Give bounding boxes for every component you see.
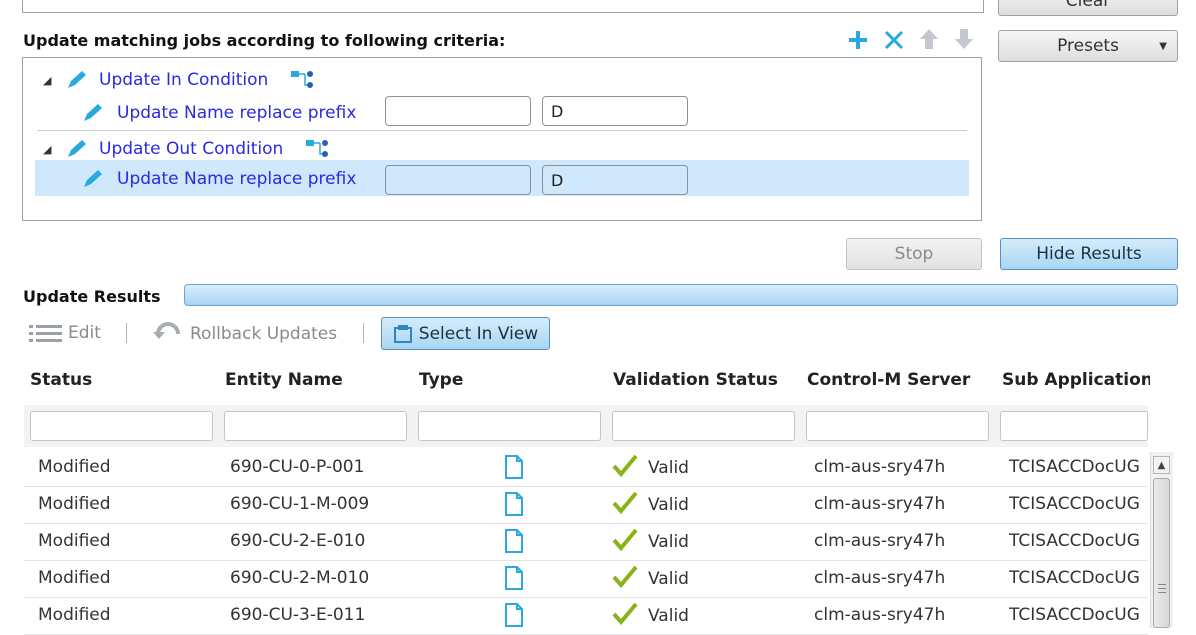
cell-control-m-server: clm-aus-sry47h [814,457,946,477]
cell-control-m-server: clm-aus-sry47h [814,605,946,625]
column-header-type[interactable]: Type [419,370,463,390]
pencil-icon [84,170,102,187]
list-icon [29,325,62,342]
results-title: Update Results [23,287,161,306]
criteria-rule[interactable]: Update Name replace prefix [81,96,356,130]
criteria-title: Update matching jobs according to follow… [23,31,506,50]
job-document-icon [505,603,523,627]
move-up-icon[interactable] [918,27,940,51]
criteria-group-label[interactable]: Update In Condition [99,70,268,90]
valid-check-icon [612,454,638,478]
select-view-icon [393,324,412,343]
cell-control-m-server: clm-aus-sry47h [814,531,946,551]
new-prefix-field[interactable]: D [542,165,688,195]
add-icon[interactable] [846,28,870,52]
presets-dropdown[interactable]: Presets ▼ [998,30,1178,62]
delete-icon[interactable] [882,28,906,52]
new-prefix-field[interactable]: D [542,96,688,126]
hide-results-button[interactable]: Hide Results [1000,238,1178,270]
filter-validation-status-input[interactable] [612,411,795,441]
cell-status: Modified [38,531,111,551]
clear-button[interactable]: Clear [998,0,1178,16]
criteria-rule-label[interactable]: Update Name replace prefix [117,169,356,189]
cell-entity-name: 690-CU-1-M-009 [230,494,370,514]
cell-entity-name: 690-CU-3-E-011 [230,605,366,625]
criteria-tree: ◢ Update In Condition Update Name replac… [22,57,982,221]
filter-entity-name-input[interactable] [224,411,407,441]
criteria-rule-label[interactable]: Update Name replace prefix [117,103,356,123]
column-header-control-m-server[interactable]: Control-M Server [807,370,970,390]
table-row[interactable]: Modified 690-CU-2-E-010 Valid clm-aus-sr… [24,524,1148,561]
valid-check-icon [612,491,638,515]
filter-sub-application-input[interactable] [1000,411,1148,441]
pencil-icon [68,71,86,88]
column-header-validation-status[interactable]: Validation Status [613,370,778,390]
job-document-icon [505,492,523,516]
collapse-icon[interactable]: ◢ [43,143,57,156]
filter-area-box [22,0,984,13]
filter-type-input[interactable] [418,411,601,441]
undo-icon [153,322,180,339]
cell-entity-name: 690-CU-2-M-010 [230,568,370,588]
divider [37,130,967,131]
job-document-icon [505,529,523,553]
cell-validation-status: Valid [648,606,689,626]
cell-validation-status: Valid [648,458,689,478]
table-row[interactable]: Modified 690-CU-1-M-009 Valid clm-aus-sr… [24,487,1148,524]
caret-down-icon: ▼ [1159,40,1167,52]
cell-control-m-server: clm-aus-sry47h [814,568,946,588]
condition-tree-icon[interactable] [290,69,316,91]
valid-check-icon [612,528,638,552]
cell-validation-status: Valid [648,569,689,589]
valid-check-icon [612,565,638,589]
toolbar-separator [363,323,364,343]
job-document-icon [505,566,523,590]
vertical-scrollbar[interactable]: ▲ [1150,452,1173,628]
criteria-group[interactable]: ◢ Update In Condition [43,63,316,97]
table-row[interactable]: Modified 690-CU-3-E-011 Valid clm-aus-sr… [24,598,1148,635]
column-header-sub-application[interactable]: Sub Application [1002,370,1150,390]
cell-entity-name: 690-CU-2-E-010 [230,531,366,551]
valid-check-icon [612,602,638,626]
job-document-icon [505,455,523,479]
cell-validation-status: Valid [648,495,689,515]
criteria-rule[interactable]: Update Name replace prefix [81,162,356,196]
edit-button[interactable]: Edit [28,322,101,344]
cell-sub-application: TCISACCDocUG [1009,605,1140,625]
pencil-icon [84,104,102,121]
cell-status: Modified [38,568,111,588]
column-header-status[interactable]: Status [30,370,92,390]
cell-status: Modified [38,494,111,514]
update-progress-bar [184,284,1178,306]
column-header-entity-name[interactable]: Entity Name [225,370,343,390]
collapse-icon[interactable]: ◢ [43,74,57,87]
cell-control-m-server: clm-aus-sry47h [814,494,946,514]
rollback-updates-button[interactable]: Rollback Updates [152,322,337,346]
select-in-view-button[interactable]: Select In View [381,317,550,350]
toolbar-separator [126,323,127,343]
stop-button[interactable]: Stop [846,238,982,270]
old-prefix-field[interactable] [385,96,531,126]
cell-validation-status: Valid [648,532,689,552]
cell-sub-application: TCISACCDocUG [1009,568,1140,588]
filter-server-input[interactable] [806,411,989,441]
cell-sub-application: TCISACCDocUG [1009,457,1140,477]
filter-status-input[interactable] [30,411,213,441]
table-row[interactable]: Modified 690-CU-0-P-001 Valid clm-aus-sr… [24,450,1148,487]
cell-sub-application: TCISACCDocUG [1009,531,1140,551]
criteria-group-label[interactable]: Update Out Condition [99,139,283,159]
pencil-icon [68,140,86,157]
old-prefix-field[interactable] [385,165,531,195]
cell-status: Modified [38,605,111,625]
table-row[interactable]: Modified 690-CU-2-M-010 Valid clm-aus-sr… [24,561,1148,598]
cell-status: Modified [38,457,111,477]
scroll-up-icon[interactable]: ▲ [1153,456,1170,474]
move-down-icon[interactable] [953,27,975,51]
cell-sub-application: TCISACCDocUG [1009,494,1140,514]
condition-tree-icon[interactable] [305,138,331,160]
scroll-thumb[interactable] [1153,478,1170,628]
cell-entity-name: 690-CU-0-P-001 [230,457,365,477]
